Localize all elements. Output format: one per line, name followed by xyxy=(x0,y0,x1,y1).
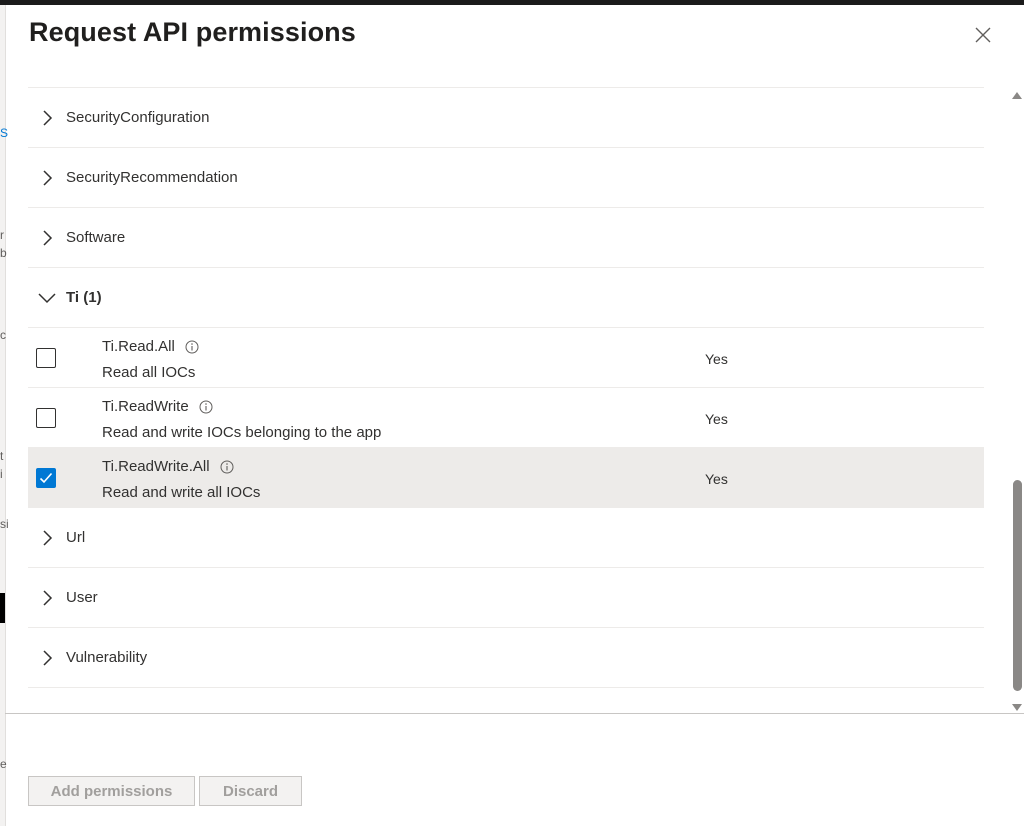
chevron-right-icon xyxy=(28,109,66,127)
chevron-right-icon xyxy=(28,649,66,667)
chevron-right-icon xyxy=(28,169,66,187)
group-row-vulnerability[interactable]: Vulnerability xyxy=(28,628,984,688)
group-label: User xyxy=(66,589,98,606)
background-fragment: t xyxy=(0,449,4,463)
permission-checkbox[interactable] xyxy=(36,348,56,368)
background-fragment: S xyxy=(0,126,9,140)
checkmark-icon xyxy=(39,472,53,484)
admin-consent-required: Yes xyxy=(705,411,728,427)
close-button[interactable] xyxy=(970,22,996,48)
group-label: SecurityRecommendation xyxy=(66,169,238,186)
group-label: Ti (1) xyxy=(66,289,102,306)
group-row-user[interactable]: User xyxy=(28,568,984,628)
info-icon[interactable] xyxy=(199,400,213,414)
group-row-securityconfiguration[interactable]: SecurityConfiguration xyxy=(28,88,984,148)
info-icon[interactable] xyxy=(220,460,234,474)
permission-row-ti-readwrite-all: Ti.ReadWrite.All Read and write all IOCs… xyxy=(28,448,984,508)
background-fragment: si xyxy=(0,517,9,531)
group-label: Vulnerability xyxy=(66,649,148,666)
permission-name-text: Ti.ReadWrite.All xyxy=(102,458,210,475)
background-page-edge: S r b c t i si e xyxy=(0,5,9,826)
permission-name: Ti.ReadWrite xyxy=(102,398,213,415)
permission-name: Ti.Read.All xyxy=(102,338,199,355)
permission-checkbox[interactable] xyxy=(36,468,56,488)
permission-description: Read and write IOCs belonging to the app xyxy=(102,424,382,441)
group-row-url[interactable]: Url xyxy=(28,508,984,568)
background-fragment: r xyxy=(0,228,4,242)
permission-groups-list: SecurityConfiguration SecurityRecommenda… xyxy=(28,87,984,688)
group-row-securityrecommendation[interactable]: SecurityRecommendation xyxy=(28,148,984,208)
group-row-ti[interactable]: Ti (1) xyxy=(28,268,984,328)
permission-description: Read all IOCs xyxy=(102,364,196,381)
permission-name-text: Ti.Read.All xyxy=(102,338,175,355)
admin-consent-required: Yes xyxy=(705,351,728,367)
close-icon xyxy=(975,27,991,43)
background-fragment: e xyxy=(0,757,7,771)
group-label: SecurityConfiguration xyxy=(66,109,210,126)
background-block xyxy=(0,593,5,623)
add-permissions-button[interactable]: Add permissions xyxy=(28,776,195,806)
chevron-right-icon xyxy=(28,229,66,247)
panel-title: Request API permissions xyxy=(29,17,356,47)
info-icon[interactable] xyxy=(185,340,199,354)
group-row-software[interactable]: Software xyxy=(28,208,984,268)
scrollbar-thumb[interactable] xyxy=(1013,480,1022,691)
background-fragment: b xyxy=(0,246,7,260)
permission-description: Read and write all IOCs xyxy=(102,484,261,501)
permission-name-text: Ti.ReadWrite xyxy=(102,398,189,415)
chevron-right-icon xyxy=(28,529,66,547)
scroll-down-arrow-icon[interactable] xyxy=(1012,699,1022,717)
footer-divider xyxy=(5,713,1024,714)
permission-row-ti-readwrite: Ti.ReadWrite Read and write IOCs belongi… xyxy=(28,388,984,448)
chevron-right-icon xyxy=(28,589,66,607)
permission-name: Ti.ReadWrite.All xyxy=(102,458,234,475)
admin-consent-required: Yes xyxy=(705,471,728,487)
chevron-down-icon xyxy=(28,292,66,304)
background-fragment: i xyxy=(0,467,3,481)
group-label: Software xyxy=(66,229,126,246)
permission-checkbox[interactable] xyxy=(36,408,56,428)
group-label: Url xyxy=(66,529,86,546)
background-fragment: c xyxy=(0,328,6,342)
discard-button[interactable]: Discard xyxy=(199,776,302,806)
top-window-strip xyxy=(0,0,1024,5)
permission-row-ti-read-all: Ti.Read.All Read all IOCs Yes xyxy=(28,328,984,388)
